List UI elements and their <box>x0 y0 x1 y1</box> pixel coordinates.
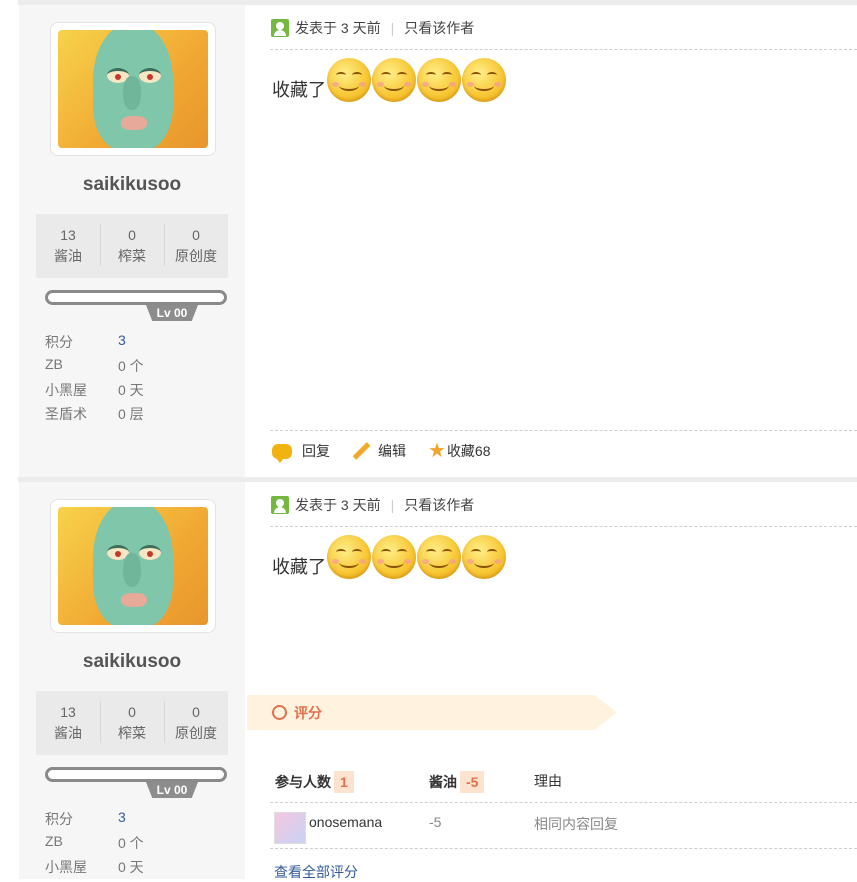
rater-name[interactable]: onosemana <box>309 814 382 830</box>
soy-total: -5 <box>460 771 485 793</box>
rating-header-divider <box>270 802 857 803</box>
post-2: saikikusoo 13 酱油 0 榨菜 0 原创度 Lv 00 积分 3 ZB 0 个… <box>0 477 857 882</box>
avatar-face <box>93 30 173 148</box>
post-meta: 发表于 3 天前 | 只看该作者 <box>271 494 474 516</box>
stat-pickle[interactable]: 0 榨菜 <box>100 691 164 755</box>
rater-avatar[interactable] <box>274 812 306 844</box>
post-text: 收藏了 <box>272 80 326 100</box>
reply-button[interactable]: 回复 <box>272 441 330 463</box>
rater-soy: -5 <box>429 814 442 830</box>
author-name[interactable]: saikikusoo <box>19 651 245 673</box>
post-actions: 回复 编辑 ★ 收藏68 <box>272 441 513 463</box>
post-content: 收藏了 <box>272 58 506 102</box>
stat-originality[interactable]: 0 原创度 <box>164 691 228 755</box>
author-name[interactable]: saikikusoo <box>19 174 245 196</box>
stat-soy[interactable]: 13 酱油 <box>36 214 100 278</box>
rating-banner: 评分 <box>247 695 617 730</box>
edit-button[interactable]: 编辑 <box>352 441 406 461</box>
only-author-link[interactable]: 只看该作者 <box>404 495 474 515</box>
post-1: saikikusoo 13 酱油 0 榨菜 0 原创度 Lv 00 积分 3 ZB 0 个… <box>0 0 857 477</box>
smiley-icon <box>372 535 416 579</box>
avatar[interactable] <box>50 22 216 156</box>
only-author-link[interactable]: 只看该作者 <box>404 18 474 38</box>
author-online-icon <box>271 19 289 37</box>
soy-header: 酱油 -5 <box>429 771 485 793</box>
smiley-icon <box>327 58 371 102</box>
post-text: 收藏了 <box>272 557 326 577</box>
post-content: 收藏了 <box>272 535 506 579</box>
smiley-icon <box>417 58 461 102</box>
stat-soy[interactable]: 13 酱油 <box>36 691 100 755</box>
stat-pickle[interactable]: 0 榨菜 <box>100 214 164 278</box>
participants-label: 参与人数 1 <box>275 771 354 793</box>
avatar-image[interactable] <box>58 507 208 625</box>
author-stats: 13 酱油 0 榨菜 0 原创度 <box>36 691 228 755</box>
rating-row-divider <box>270 848 857 849</box>
meta-divider <box>270 526 857 527</box>
reply-icon <box>272 443 292 463</box>
star-icon: ★ <box>428 440 446 462</box>
participants-count: 1 <box>334 771 354 793</box>
avatar-face <box>93 507 173 625</box>
author-sidebar: saikikusoo 13 酱油 0 榨菜 0 原创度 Lv 00 积分 3 ZB 0 个… <box>19 482 245 879</box>
post-time: 发表于 3 天前 <box>295 497 381 513</box>
smiley-icon <box>462 535 506 579</box>
level-progress-bar <box>45 290 227 305</box>
actions-divider <box>270 430 857 431</box>
pencil-icon <box>352 442 370 460</box>
post-meta: 发表于 3 天前 | 只看该作者 <box>271 17 474 39</box>
rating-title: 评分 <box>294 704 322 721</box>
level-badge: Lv 00 <box>146 305 198 321</box>
favorite-button[interactable]: ★ 收藏68 <box>428 441 491 461</box>
reason-header: 理由 <box>534 773 562 789</box>
meta-separator: | <box>390 497 395 513</box>
level-progress-bar <box>45 767 227 782</box>
stat-originality[interactable]: 0 原创度 <box>164 214 228 278</box>
meta-divider <box>270 49 857 50</box>
avatar[interactable] <box>50 499 216 633</box>
rater-reason: 相同内容回复 <box>534 816 618 832</box>
author-online-icon <box>271 496 289 514</box>
smiley-icon <box>417 535 461 579</box>
smiley-icon <box>327 535 371 579</box>
author-stats: 13 酱油 0 榨菜 0 原创度 <box>36 214 228 278</box>
post-time: 发表于 3 天前 <box>295 20 381 36</box>
score-link[interactable]: 3 <box>118 809 126 825</box>
meta-separator: | <box>390 20 395 36</box>
author-sidebar: saikikusoo 13 酱油 0 榨菜 0 原创度 Lv 00 积分 3 ZB 0 个… <box>19 5 245 477</box>
level-badge: Lv 00 <box>146 782 198 798</box>
avatar-image[interactable] <box>58 30 208 148</box>
view-all-ratings-link[interactable]: 查看全部评分 <box>274 862 358 882</box>
smiley-icon <box>372 58 416 102</box>
score-link[interactable]: 3 <box>118 332 126 348</box>
smiley-icon <box>462 58 506 102</box>
rating-circle-icon <box>272 705 287 720</box>
